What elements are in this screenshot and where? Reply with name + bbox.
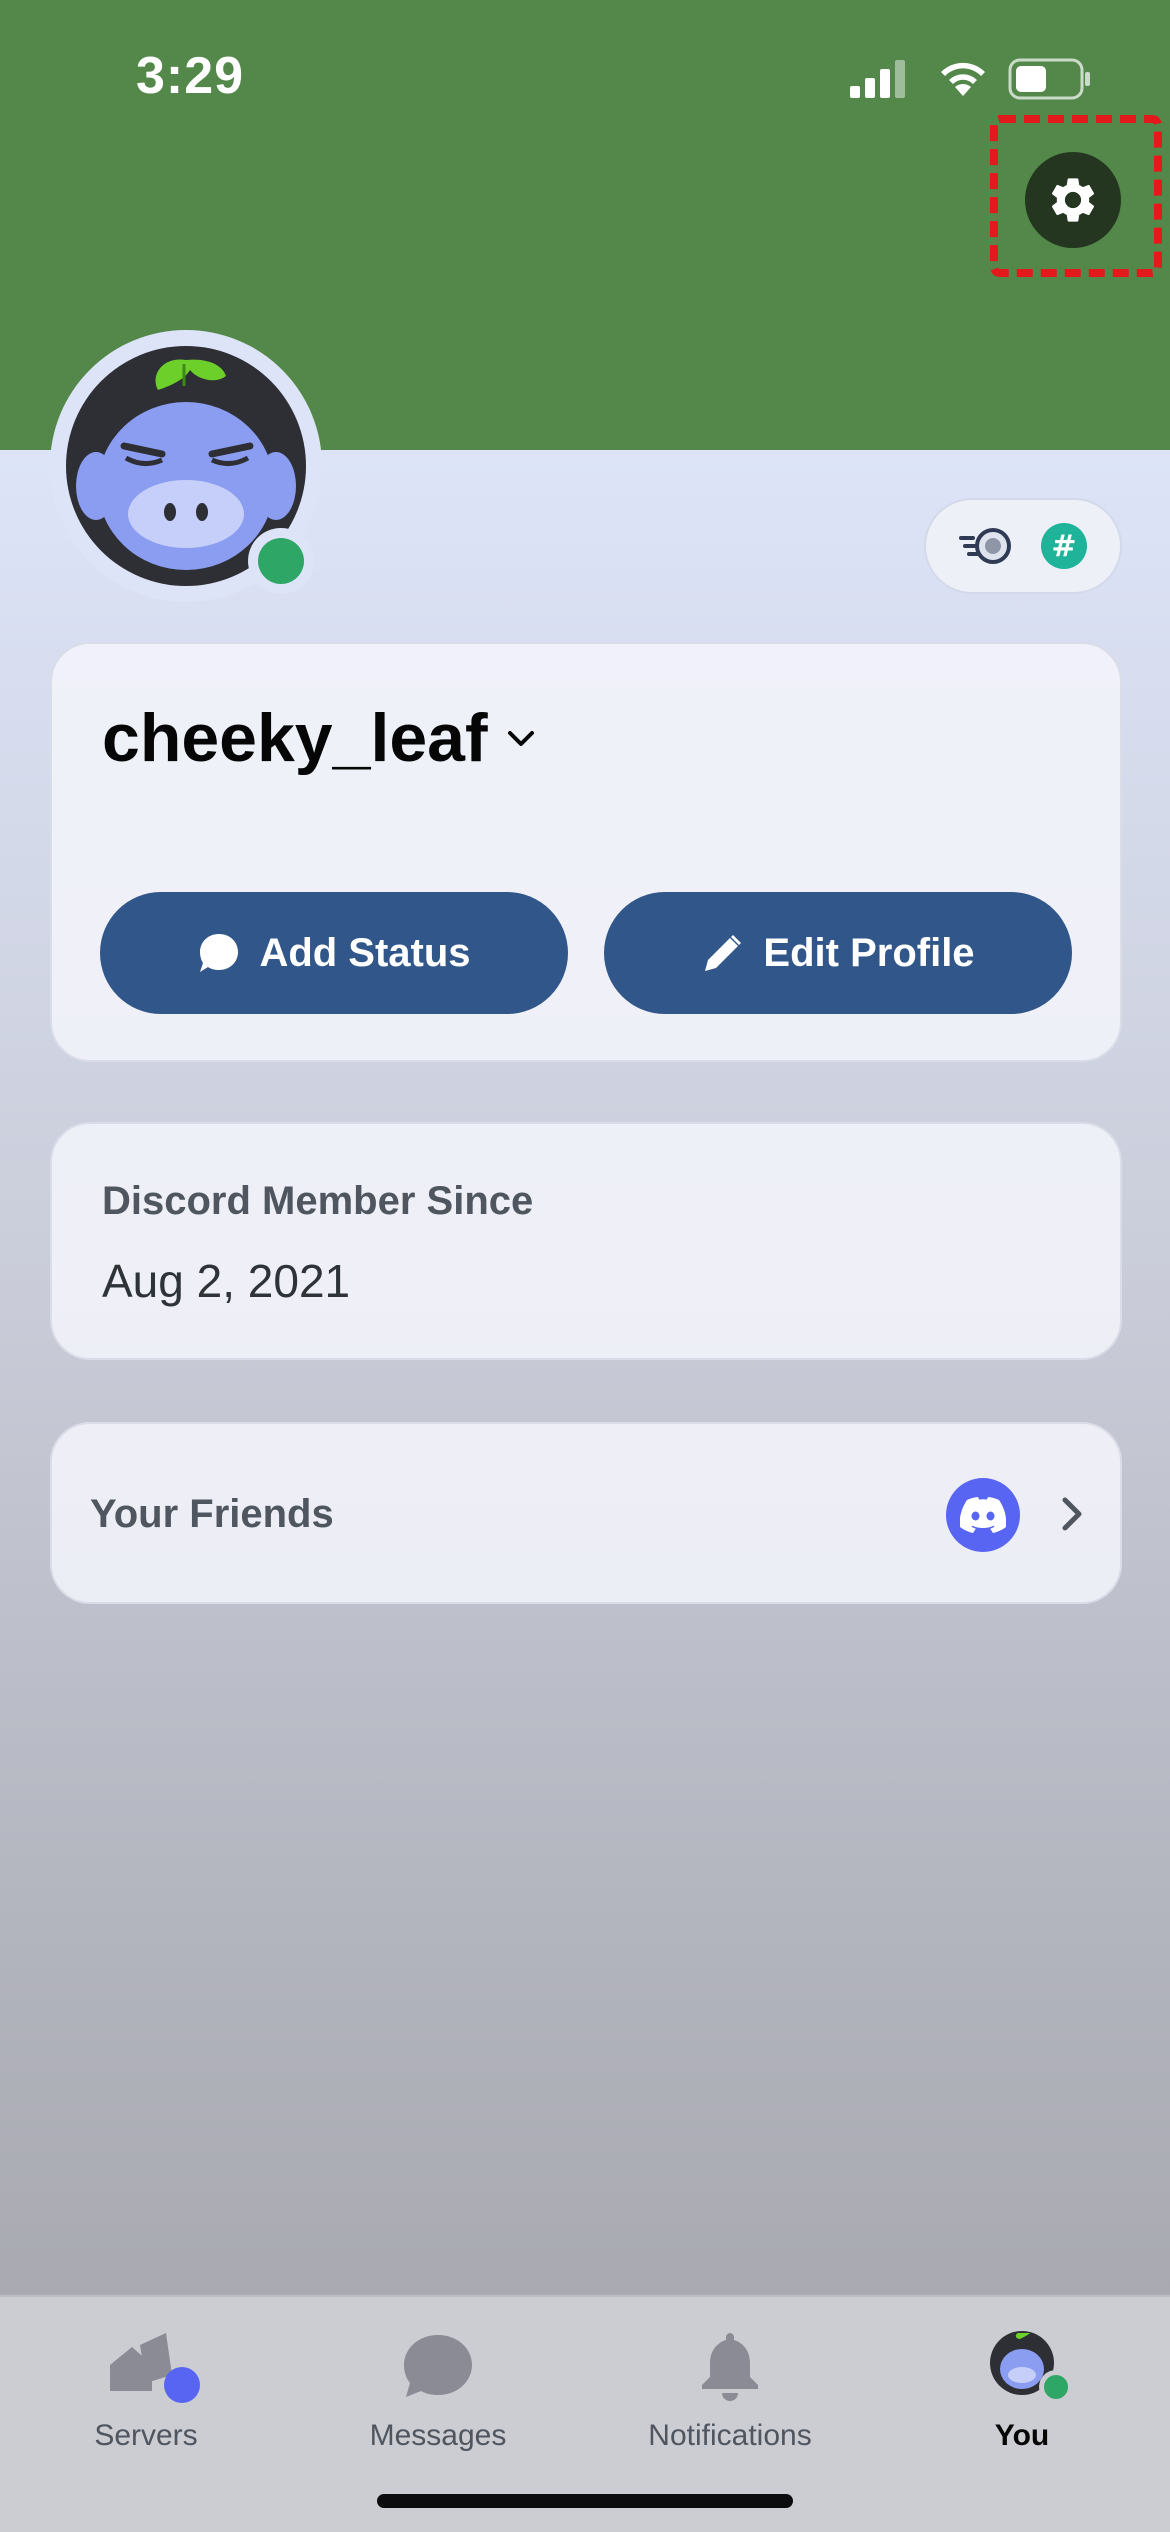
discord-logo-icon	[960, 1497, 1006, 1533]
chat-bubble-icon	[398, 2327, 478, 2407]
gear-icon	[1051, 178, 1095, 222]
wifi-icon	[941, 62, 985, 96]
tab-notifications[interactable]: Notifications	[584, 2297, 876, 2487]
profile-avatar[interactable]	[50, 330, 322, 602]
status-icons	[850, 56, 1100, 102]
tab-messages-label: Messages	[369, 2419, 507, 2452]
friend-avatar	[946, 1478, 1020, 1552]
edit-profile-label: Edit Profile	[763, 930, 975, 975]
tab-messages[interactable]: Messages	[292, 2297, 584, 2487]
speech-bubble-icon	[200, 934, 239, 972]
chevron-down-icon	[507, 731, 534, 746]
servers-icon	[106, 2327, 200, 2407]
cellular-signal-icon	[850, 60, 905, 98]
tab-you-label: You	[994, 2419, 1050, 2452]
your-friends-label: Your Friends	[90, 1492, 334, 1536]
hashtag-badge-icon: #	[1041, 523, 1087, 569]
nitro-badge-icon	[959, 528, 1011, 564]
tab-you[interactable]: You	[876, 2297, 1168, 2487]
user-card: cheeky_leaf Add Status Edit Profile	[50, 642, 1122, 1062]
member-since-card: Discord Member Since Aug 2, 2021	[50, 1122, 1122, 1360]
tab-notifications-label: Notifications	[648, 2419, 812, 2452]
chevron-right-icon	[1062, 1497, 1082, 1531]
pencil-icon	[705, 935, 742, 971]
profile-badges[interactable]: #	[924, 498, 1122, 594]
edit-profile-button[interactable]: Edit Profile	[604, 892, 1072, 1014]
member-since-label: Discord Member Since	[102, 1179, 534, 1223]
home-indicator	[377, 2494, 793, 2508]
status-time: 3:29	[136, 47, 245, 105]
online-status-indicator	[248, 528, 314, 594]
add-status-button[interactable]: Add Status	[100, 892, 568, 1014]
tab-servers[interactable]: Servers	[0, 2297, 292, 2487]
avatar-icon	[982, 2327, 1073, 2407]
username: cheeky_leaf	[102, 700, 488, 776]
battery-icon	[1008, 58, 1090, 100]
bell-icon	[690, 2327, 770, 2407]
member-since-date: Aug 2, 2021	[102, 1255, 351, 1307]
tab-servers-label: Servers	[94, 2419, 198, 2452]
add-status-label: Add Status	[259, 930, 471, 975]
username-switcher[interactable]: cheeky_leaf	[102, 699, 538, 777]
your-friends-row[interactable]: Your Friends	[50, 1422, 1122, 1604]
settings-button[interactable]	[1025, 152, 1121, 248]
